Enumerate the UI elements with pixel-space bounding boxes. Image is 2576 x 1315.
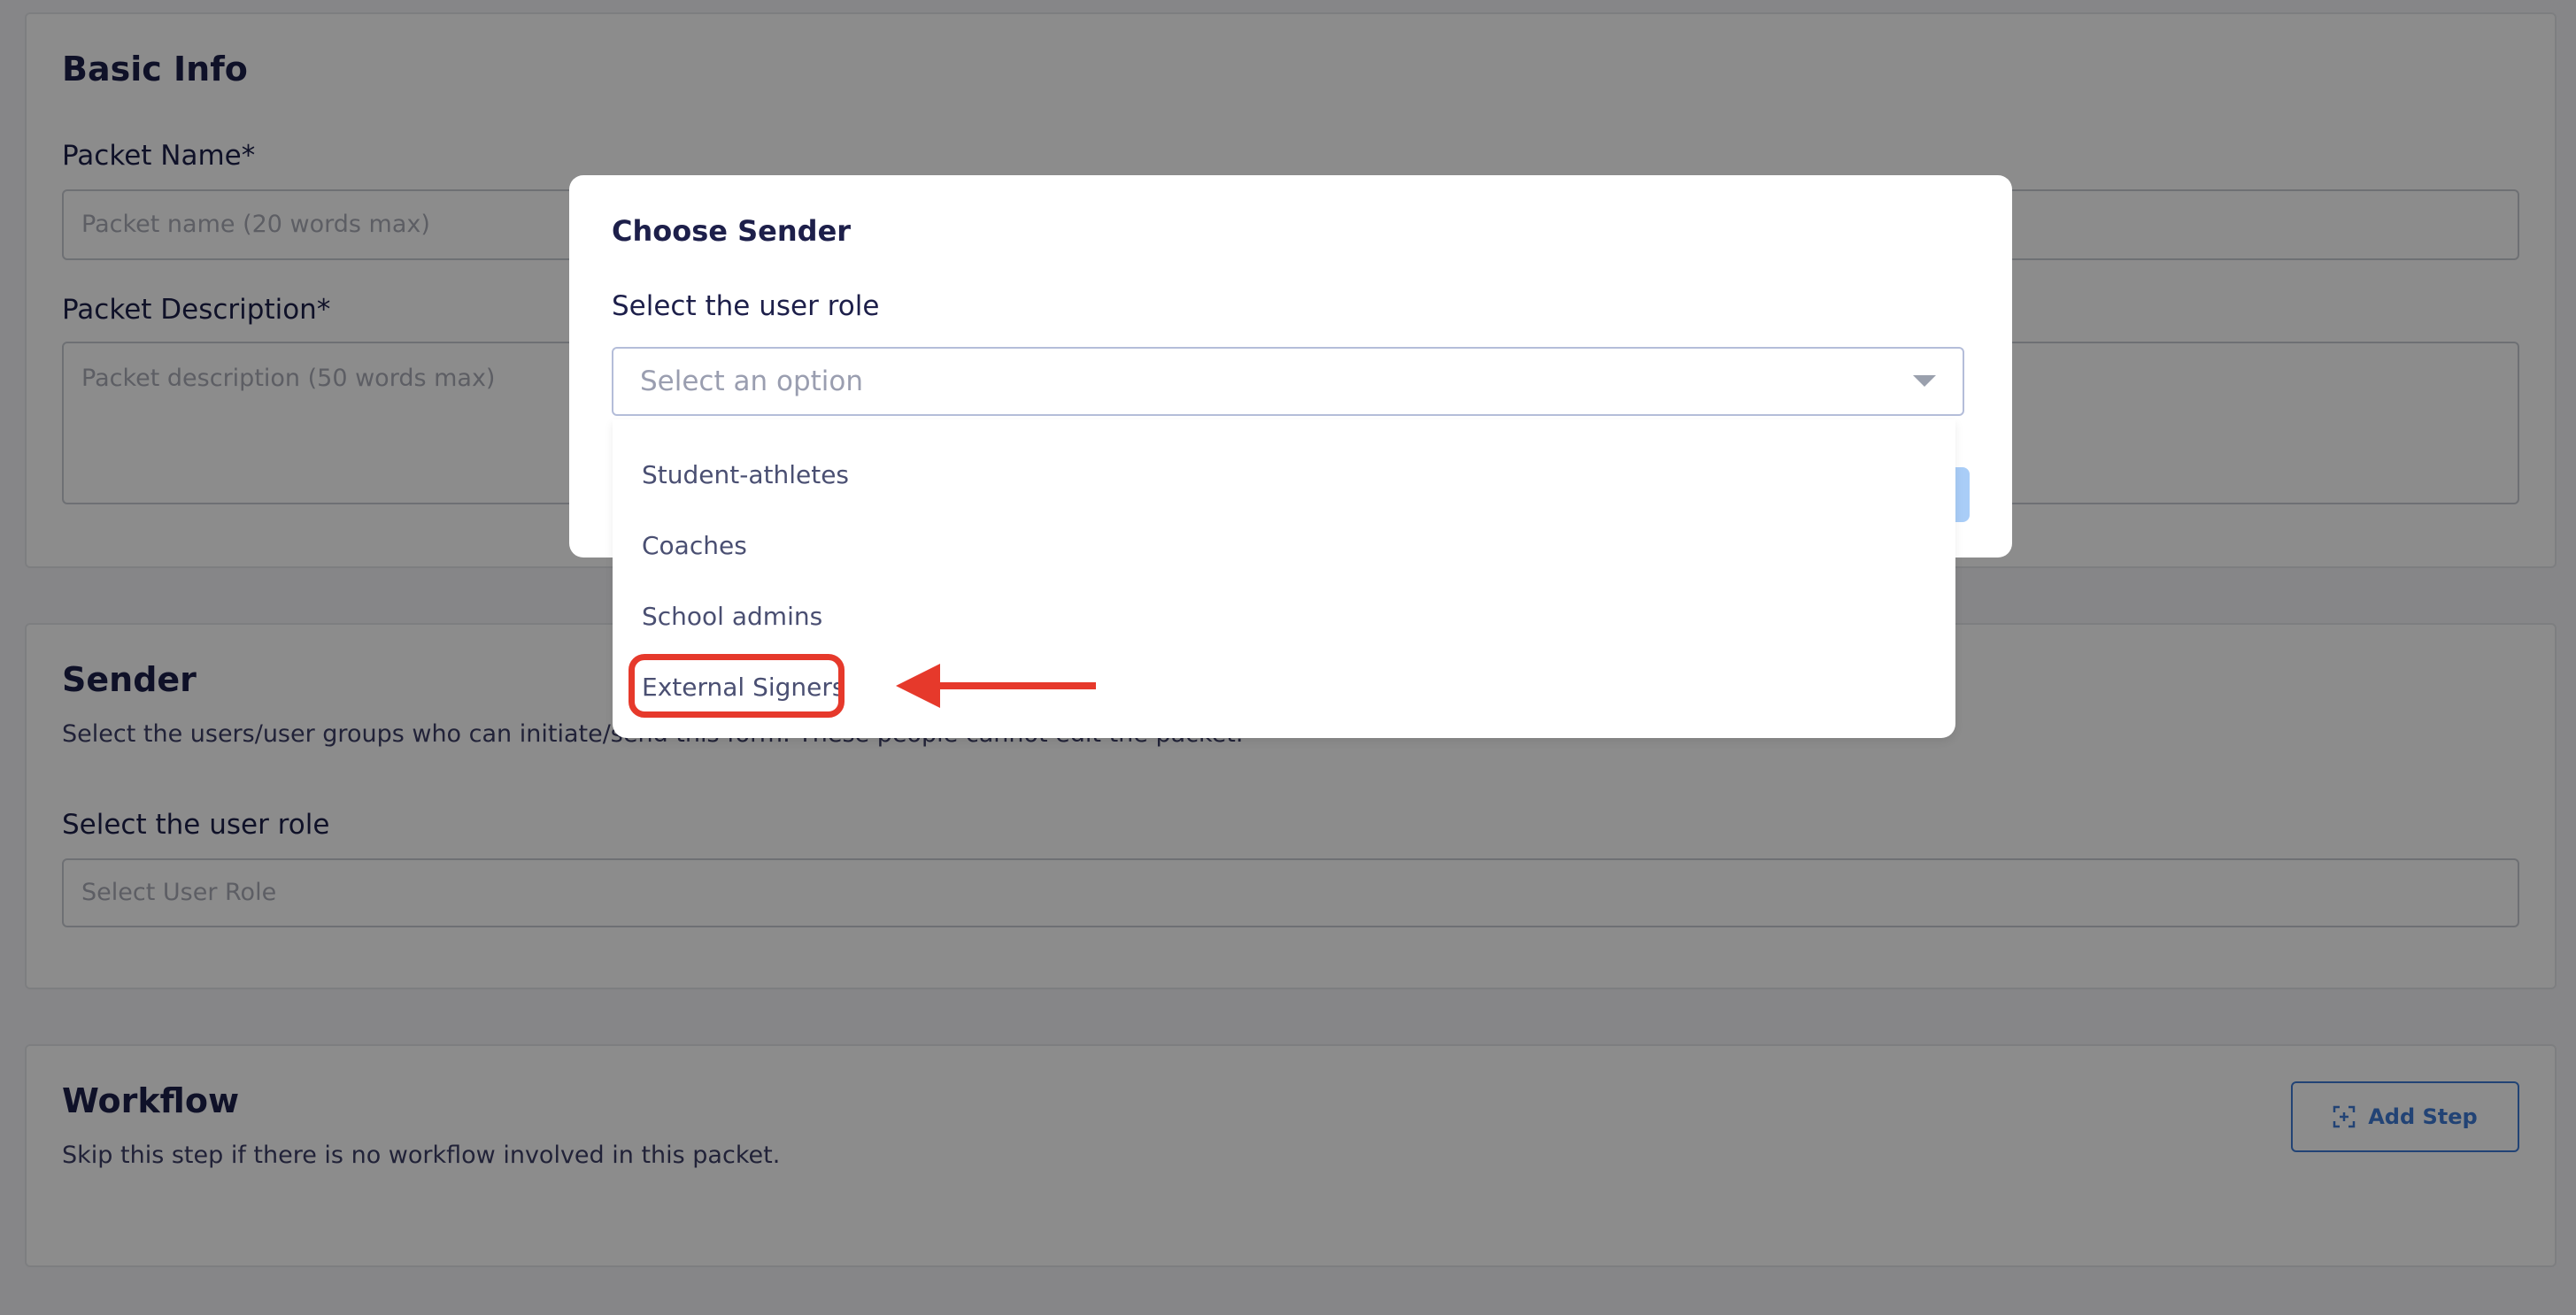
user-role-select[interactable]: Select an option bbox=[612, 347, 1964, 416]
option-school-admins[interactable]: School admins bbox=[642, 602, 822, 631]
option-student-athletes[interactable]: Student-athletes bbox=[642, 460, 849, 489]
modal-role-label: Select the user role bbox=[612, 290, 880, 322]
modal-title: Choose Sender bbox=[612, 214, 852, 248]
highlight-box bbox=[629, 654, 845, 718]
option-coaches[interactable]: Coaches bbox=[642, 531, 747, 560]
arrow-left-icon bbox=[896, 664, 1096, 708]
select-placeholder: Select an option bbox=[640, 365, 864, 397]
chevron-down-icon bbox=[1913, 375, 1936, 387]
